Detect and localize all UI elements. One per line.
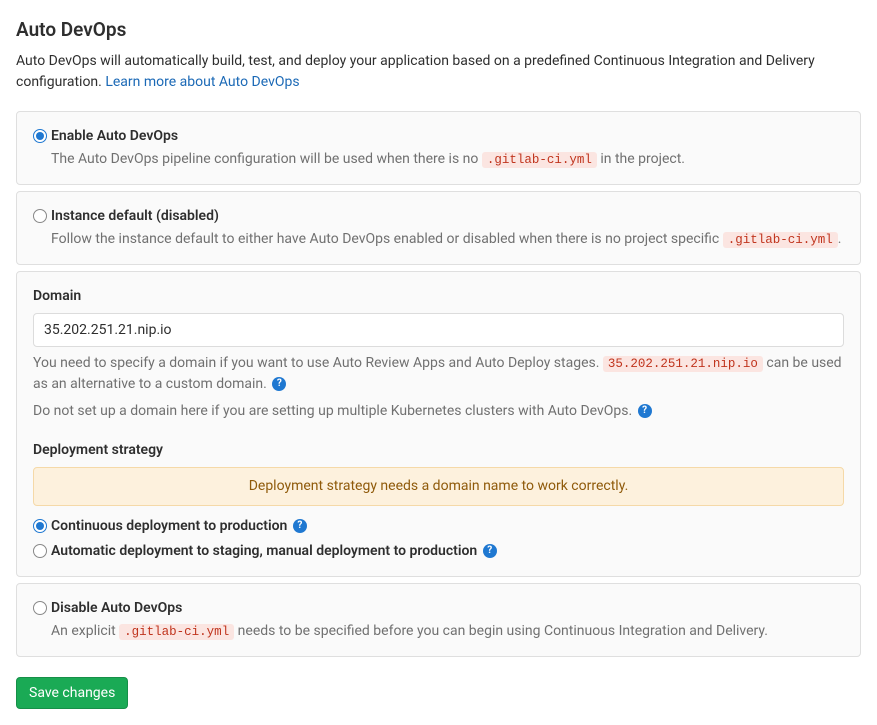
enable-desc-after: in the project.: [597, 151, 685, 167]
radio-disable-auto-devops[interactable]: [33, 601, 47, 615]
domain-help1-before: You need to specify a domain if you want…: [33, 355, 603, 371]
panel-disable-auto-devops: Disable Auto DevOps An explicit .gitlab-…: [16, 583, 861, 657]
save-changes-button[interactable]: Save changes: [16, 677, 128, 709]
domain-help2-text: Do not set up a domain here if you are s…: [33, 403, 636, 419]
domain-help-2: Do not set up a domain here if you are s…: [33, 401, 844, 422]
domain-input[interactable]: [33, 313, 844, 347]
panel-enable-auto-devops: Enable Auto DevOps The Auto DevOps pipel…: [16, 111, 861, 185]
help-icon[interactable]: ?: [483, 544, 497, 558]
instance-desc-after: .: [838, 231, 842, 247]
help-icon[interactable]: ?: [272, 377, 286, 391]
radio-instance-label[interactable]: Instance default (disabled): [51, 206, 219, 227]
radio-enable-auto-devops[interactable]: [33, 129, 47, 143]
strategy-label: Deployment strategy: [33, 440, 844, 461]
radio-instance-default[interactable]: [33, 209, 47, 223]
domain-label: Domain: [33, 286, 844, 307]
radio-continuous-label[interactable]: Continuous deployment to production ?: [51, 516, 307, 537]
radio-continuous-deployment[interactable]: [33, 519, 47, 533]
panel-instance-default: Instance default (disabled) Follow the i…: [16, 191, 861, 265]
help-icon[interactable]: ?: [293, 519, 307, 533]
radio-staging-text: Automatic deployment to staging, manual …: [51, 543, 481, 559]
gitlab-ci-yml-code: .gitlab-ci.yml: [723, 232, 838, 248]
radio-enable-label[interactable]: Enable Auto DevOps: [51, 126, 178, 147]
radio-disable-description: An explicit .gitlab-ci.yml needs to be s…: [51, 621, 844, 642]
radio-staging-label[interactable]: Automatic deployment to staging, manual …: [51, 541, 497, 562]
page-title: Auto DevOps: [16, 16, 861, 45]
domain-suggestion-code: 35.202.251.21.nip.io: [603, 356, 763, 372]
instance-desc-before: Follow the instance default to either ha…: [51, 231, 723, 247]
radio-instance-description: Follow the instance default to either ha…: [51, 229, 844, 250]
panel-domain-strategy: Domain You need to specify a domain if y…: [16, 271, 861, 577]
help-icon[interactable]: ?: [638, 404, 652, 418]
enable-desc-before: The Auto DevOps pipeline configuration w…: [51, 151, 482, 167]
learn-more-link[interactable]: Learn more about Auto DevOps: [105, 74, 299, 90]
gitlab-ci-yml-code: .gitlab-ci.yml: [482, 152, 597, 168]
radio-disable-label[interactable]: Disable Auto DevOps: [51, 598, 182, 619]
radio-enable-description: The Auto DevOps pipeline configuration w…: [51, 149, 844, 170]
gitlab-ci-yml-code: .gitlab-ci.yml: [119, 624, 234, 640]
strategy-warning: Deployment strategy needs a domain name …: [33, 467, 844, 506]
page-description: Auto DevOps will automatically build, te…: [16, 51, 861, 93]
radio-continuous-text: Continuous deployment to production: [51, 518, 291, 534]
disable-desc-after: needs to be specified before you can beg…: [234, 623, 768, 639]
domain-help-1: You need to specify a domain if you want…: [33, 353, 844, 395]
disable-desc-before: An explicit: [51, 623, 119, 639]
radio-staging-manual[interactable]: [33, 544, 47, 558]
